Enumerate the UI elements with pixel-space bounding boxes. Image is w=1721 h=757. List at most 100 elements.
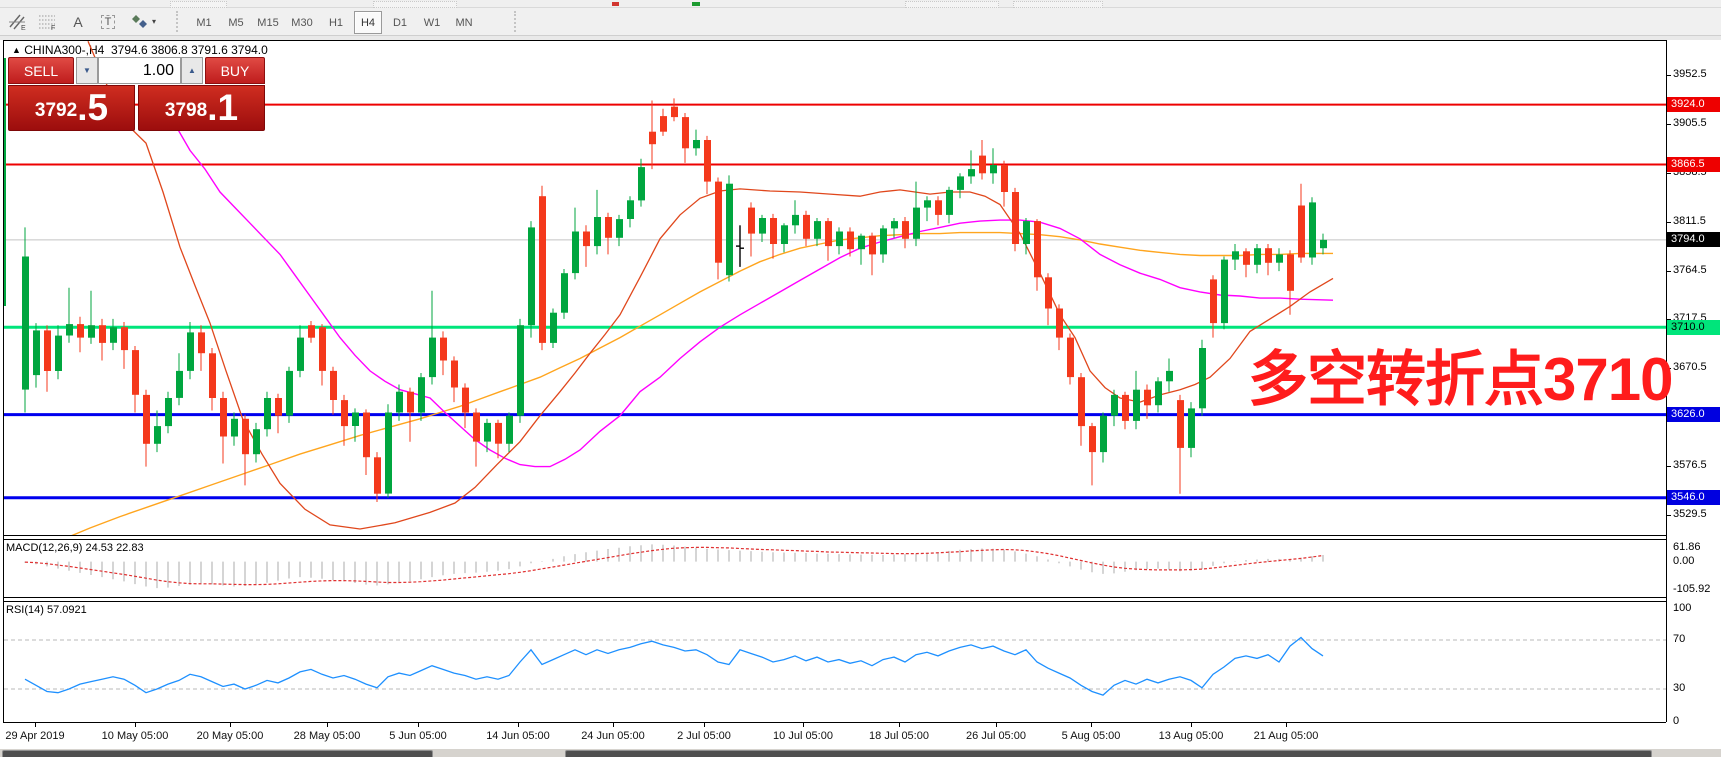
date-tick-label: 18 Jul 05:00 [869,730,929,742]
ma-orange-line [60,233,1333,535]
macd-axis-label: 0.00 [1673,555,1694,567]
ma-red-line [88,41,1333,529]
toolbar: E F A T ▾ M1M5M15 M30 H1H4D1W1MN [0,8,1721,36]
date-tick-mark [899,722,900,727]
separator-macd-rsi [3,597,1666,598]
price-tick-mark [1666,124,1671,125]
volume-input[interactable]: 1.00 [98,57,181,84]
date-tick-label: 20 May 05:00 [197,730,264,742]
price-badge: 3866.5 [1667,157,1720,172]
timeframe-button-m5[interactable]: M5 [222,11,250,34]
tiled-chart-window-titlebar[interactable] [565,750,1652,757]
red-speck-icon [612,2,619,6]
elliott-wave-icon[interactable]: E [6,11,30,32]
price-badge: 3626.0 [1667,407,1720,422]
rsi-axis-label: 30 [1673,682,1685,694]
price-tick-mark [1666,515,1671,516]
rsi-axis-label: 70 [1673,633,1685,645]
price-tick-mark [1666,271,1671,272]
date-tick-label: 14 Jun 05:00 [486,730,550,742]
date-tick-mark [996,722,997,727]
one-click-trading-panel: SELL ▼ 1.00 ▲ BUY 3792.5 3798.1 [8,57,265,131]
date-tick-label: 2 Jul 05:00 [677,730,731,742]
price-tick-label: 3670.5 [1673,361,1707,373]
timeframe-button-h4[interactable]: H4 [354,11,382,34]
mt4-application-window: E F A T ▾ M1M5M15 M30 H1H4D1W1MN [0,0,1721,757]
price-badge: 3546.0 [1667,490,1720,505]
timeframe-button-h1[interactable]: H1 [322,11,350,34]
text-a-icon[interactable]: A [66,11,90,32]
price-tick-label: 3905.5 [1673,117,1707,129]
sell-button[interactable]: SELL [8,57,74,84]
date-tick-mark [418,722,419,727]
price-badge: 3794.0 [1667,232,1720,247]
timeframe-button-m15[interactable]: M15 [254,11,282,34]
macd-label: MACD(12,26,9) 24.53 22.83 [6,542,144,554]
green-speck-icon [692,2,700,6]
date-tick-label: 5 Aug 05:00 [1062,730,1121,742]
price-badge: 3924.0 [1667,97,1720,112]
date-tick-mark [613,722,614,727]
upper-toolbar-remnant [0,0,1721,8]
price-tick-mark [1666,173,1671,174]
candlestick-series [22,98,1327,502]
buy-button[interactable]: BUY [205,57,265,84]
date-tick-label: 5 Jun 05:00 [389,730,447,742]
price-tick-label: 3764.5 [1673,264,1707,276]
timeframe-button-m30[interactable]: M30 [288,11,316,34]
rsi-indicator-chart [0,602,1666,722]
toolbar-stub [1013,1,1103,8]
plot-border-bottom [3,722,1666,723]
fibo-grid-icon[interactable]: F [36,11,60,32]
separator-main-macd [3,535,1666,536]
macd-axis-label: -105.92 [1673,583,1710,595]
annotation-text: 多空转折点3710 [1248,331,1672,418]
clipped-candle [4,58,6,306]
date-tick-mark [1286,722,1287,727]
price-tick-label: 3529.5 [1673,508,1707,520]
date-tick-label: 28 May 05:00 [294,730,361,742]
rsi-axis-label: 100 [1673,602,1691,614]
buy-price-main: 3798 [165,92,207,130]
rsi-label: RSI(14) 57.0921 [6,604,87,616]
rsi-axis-label: 0 [1673,715,1679,727]
tiled-chart-window-titlebar[interactable] [2,750,433,757]
price-tick-mark [1666,75,1671,76]
buy-price-big: .1 [207,86,238,130]
sell-price-main: 3792 [35,92,77,130]
date-tick-mark [230,722,231,727]
date-tick-label: 21 Aug 05:00 [1254,730,1319,742]
macd-histogram [25,544,1323,588]
svg-text:F: F [51,25,55,31]
date-tick-mark [803,722,804,727]
sell-price-box[interactable]: 3792.5 [8,85,135,131]
chevron-down-icon[interactable]: ▾ [148,11,160,32]
price-tick-label: 3811.5 [1673,215,1706,227]
toolbar-stub [170,1,227,8]
toolbar-stub [373,1,457,8]
date-tick-label: 13 Aug 05:00 [1159,730,1224,742]
price-badge: 3710.0 [1667,320,1720,335]
volume-decrease-button[interactable]: ▼ [76,57,98,84]
svg-text:E: E [21,25,26,31]
timeframe-button-m1[interactable]: M1 [190,11,218,34]
timeframe-button-w1[interactable]: W1 [418,11,446,34]
date-tick-label: 29 Apr 2019 [5,730,64,742]
date-tick-label: 10 May 05:00 [102,730,169,742]
text-label-icon[interactable]: T [96,11,120,32]
date-tick-mark [35,722,36,727]
toolbar-stub [905,1,999,8]
macd-axis-label: 61.86 [1673,541,1701,553]
date-tick-label: 26 Jul 05:00 [966,730,1026,742]
volume-increase-button[interactable]: ▲ [181,57,203,84]
price-tick-mark [1666,222,1671,223]
buy-price-box[interactable]: 3798.1 [138,85,265,131]
date-tick-label: 10 Jul 05:00 [773,730,833,742]
macd-indicator-chart [0,540,1666,596]
price-tick-label: 3576.5 [1673,459,1707,471]
date-tick-mark [1191,722,1192,727]
timeframe-button-mn[interactable]: MN [450,11,478,34]
sell-price-big: .5 [77,86,108,130]
price-tick-label: 3952.5 [1673,68,1707,80]
timeframe-button-d1[interactable]: D1 [386,11,414,34]
